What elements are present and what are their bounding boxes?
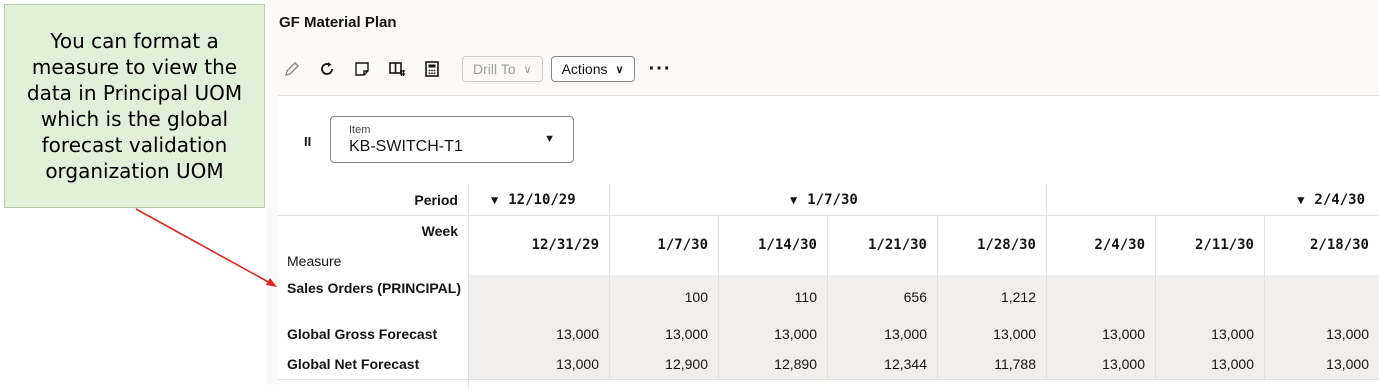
value-cell[interactable]: 13,000 xyxy=(1047,349,1156,379)
callout-line: which is the global xyxy=(40,107,229,131)
value-cell[interactable]: 13,000 xyxy=(719,319,828,349)
value-cell[interactable]: 13,000 xyxy=(938,319,1047,349)
week-header-cell[interactable]: 1/7/30 xyxy=(610,215,719,275)
week-header-row: Week Measure 12/31/29 1/7/30 1/14/30 1/2… xyxy=(278,215,1379,276)
collapse-triangle-icon[interactable]: ▼ xyxy=(1297,193,1304,207)
week-header-cell[interactable]: 12/31/29 xyxy=(469,215,610,275)
value-cell[interactable]: 13,000 xyxy=(828,319,938,349)
week-header-cell[interactable]: 2/4/30 xyxy=(1047,215,1156,275)
value-cell[interactable]: 100 xyxy=(610,275,719,319)
week-label: Week xyxy=(421,223,458,239)
measure-column-filler xyxy=(278,379,469,389)
measure-label: Measure xyxy=(287,253,342,269)
value-cell[interactable]: 13,000 xyxy=(1047,319,1156,349)
period-label: Period xyxy=(278,184,469,215)
period-value: 12/10/29 xyxy=(508,191,576,208)
toolbar: Drill To ∨ Actions ∨ ··· xyxy=(279,54,672,84)
value-cell[interactable]: 12,344 xyxy=(828,349,938,379)
drill-to-label: Drill To xyxy=(473,61,516,77)
week-header-cell[interactable]: 2/18/30 xyxy=(1265,215,1379,275)
value-cell[interactable] xyxy=(1156,275,1265,319)
measure-name[interactable]: Sales Orders (PRINCIPAL) xyxy=(278,275,469,319)
header-corner: Week Measure xyxy=(278,215,469,275)
value-cell[interactable]: 13,000 xyxy=(469,349,610,379)
drill-to-button[interactable]: Drill To ∨ xyxy=(462,56,543,82)
calculator-icon[interactable] xyxy=(419,56,445,82)
table-row: Sales Orders (PRINCIPAL) 100 110 656 1,2… xyxy=(278,275,1379,320)
edit-icon[interactable] xyxy=(279,56,305,82)
caret-down-icon: ▼ xyxy=(544,133,555,145)
note-icon[interactable] xyxy=(349,56,375,82)
callout-line: measure to view the xyxy=(31,55,238,79)
period-header-cell[interactable]: ▼ 2/4/30 xyxy=(1047,184,1379,215)
week-header-cell[interactable]: 1/21/30 xyxy=(828,215,938,275)
refresh-icon[interactable] xyxy=(314,56,340,82)
value-cell[interactable]: 13,000 xyxy=(1265,349,1379,379)
value-cell[interactable] xyxy=(1265,275,1379,319)
value-cell[interactable]: 13,000 xyxy=(610,319,719,349)
value-cell[interactable]: 12,890 xyxy=(719,349,828,379)
collapse-triangle-icon[interactable]: ▼ xyxy=(491,193,498,207)
value-cell[interactable]: 13,000 xyxy=(1156,349,1265,379)
chevron-down-icon: ∨ xyxy=(523,63,532,76)
callout-line: data in Principal UOM xyxy=(26,81,243,105)
period-header-cell[interactable]: ▼ 1/7/30 xyxy=(610,184,1047,215)
period-header-cell[interactable]: ▼ 12/10/29 xyxy=(469,184,610,215)
value-cell[interactable]: 12,900 xyxy=(610,349,719,379)
value-cell[interactable]: 110 xyxy=(719,275,828,319)
item-select-label: Item xyxy=(349,124,371,136)
value-cell[interactable]: 13,000 xyxy=(1265,319,1379,349)
value-cell[interactable]: 13,000 xyxy=(469,319,610,349)
chevron-down-icon: ∨ xyxy=(615,63,624,76)
value-cell[interactable]: 1,212 xyxy=(938,275,1047,319)
material-plan-app: GF Material Plan Drill To ∨ Actions ∨ ··… xyxy=(267,0,1379,389)
grid-panel: II Item KB-SWITCH-T1 ▼ Period ▼ 12/10/29… xyxy=(278,95,1379,389)
value-cell[interactable]: 11,788 xyxy=(938,349,1047,379)
callout-line: forecast validation xyxy=(41,133,228,157)
item-select[interactable]: Item KB-SWITCH-T1 ▼ xyxy=(330,116,574,163)
value-cell[interactable] xyxy=(1047,275,1156,319)
annotation-callout: You can format a measure to view the dat… xyxy=(4,4,265,208)
actions-label: Actions xyxy=(561,61,608,77)
table-row: Global Gross Forecast 13,000 13,000 13,0… xyxy=(278,319,1379,350)
period-value: 2/4/30 xyxy=(1314,191,1365,208)
period-header-row: Period ▼ 12/10/29 ▼ 1/7/30 ▼ 2/4/30 xyxy=(278,184,1379,216)
actions-button[interactable]: Actions ∨ xyxy=(550,56,635,82)
more-actions-button[interactable]: ··· xyxy=(649,59,672,79)
week-header-cell[interactable]: 2/11/30 xyxy=(1156,215,1265,275)
table-row: Global Net Forecast 13,000 12,900 12,890… xyxy=(278,349,1379,380)
layout-icon[interactable] xyxy=(384,56,410,82)
week-header-cell[interactable]: 1/28/30 xyxy=(938,215,1047,275)
value-cell[interactable]: 13,000 xyxy=(1156,319,1265,349)
grid-footer-space xyxy=(278,379,1379,389)
collapse-triangle-icon[interactable]: ▼ xyxy=(790,193,797,207)
callout-line: organization UOM xyxy=(45,159,224,183)
callout-line: You can format a xyxy=(50,29,219,53)
measure-name[interactable]: Global Gross Forecast xyxy=(278,319,469,349)
page-title: GF Material Plan xyxy=(279,14,397,31)
pause-icon[interactable]: II xyxy=(304,134,311,149)
measure-name[interactable]: Global Net Forecast xyxy=(278,349,469,379)
item-select-value: KB-SWITCH-T1 xyxy=(349,138,463,155)
value-cell[interactable]: 656 xyxy=(828,275,938,319)
week-header-cell[interactable]: 1/14/30 xyxy=(719,215,828,275)
period-value: 1/7/30 xyxy=(807,191,858,208)
value-cell[interactable] xyxy=(469,275,610,319)
